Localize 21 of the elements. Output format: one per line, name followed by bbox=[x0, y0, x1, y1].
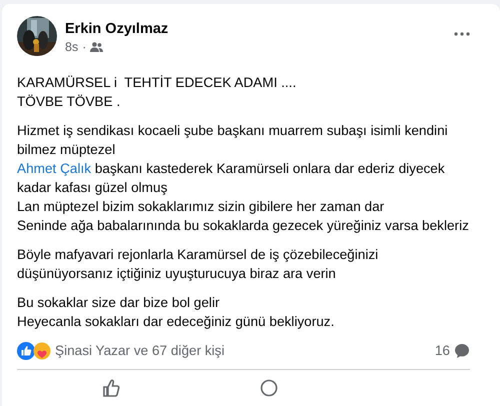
care-reaction-icon[interactable] bbox=[33, 342, 51, 360]
reactions-summary[interactable]: Şinasi Yazar ve 67 diğer kişi bbox=[55, 340, 435, 362]
post-time[interactable]: 8s bbox=[65, 38, 78, 57]
separator: · bbox=[82, 39, 86, 56]
author-name[interactable]: Erkin Ozyılmaz bbox=[65, 20, 454, 38]
post-text: Heyecanla sokakları dar edeceğiniz günü bekliyoruz. bbox=[17, 312, 336, 331]
comment-icon[interactable] bbox=[454, 342, 470, 359]
post-text: Lan müptezel bizim sokaklarımız sizin gibilere her zaman dar bbox=[17, 198, 386, 216]
profile-link[interactable]: Ahmet Çalık bbox=[17, 160, 92, 176]
like-icon[interactable] bbox=[102, 379, 120, 398]
more-icon[interactable] bbox=[454, 32, 470, 36]
comment-count[interactable]: 16 bbox=[434, 340, 450, 362]
post-text: Böyle mafyavari rejonlarla Karamürsel de iş çözebileceğinizi düşünüyorsanız içtiğiniz uyuşturucuya biraz ara verin bbox=[17, 246, 380, 283]
comment-icon[interactable] bbox=[260, 379, 278, 398]
post-text: Ahmet Çalık başkanı kastederek Karamürseli onlara dar ederiz diyecek kadar kafası güzel olmuş bbox=[17, 160, 446, 197]
like-reaction-icon[interactable] bbox=[17, 342, 35, 360]
post-text: TÖVBE TÖVBE . bbox=[17, 92, 122, 111]
post-text: Seninde ağa babalarınında bu sokaklarda gezecek yüreğiniz varsa bekleriz bbox=[17, 216, 470, 235]
post-text: Bu sokaklar size dar bize bol gelir bbox=[17, 294, 220, 312]
friends-icon bbox=[90, 42, 104, 52]
post-text: KARAMÜRSEL i TEHTİT EDECEK ADAMI .... bbox=[17, 74, 298, 92]
